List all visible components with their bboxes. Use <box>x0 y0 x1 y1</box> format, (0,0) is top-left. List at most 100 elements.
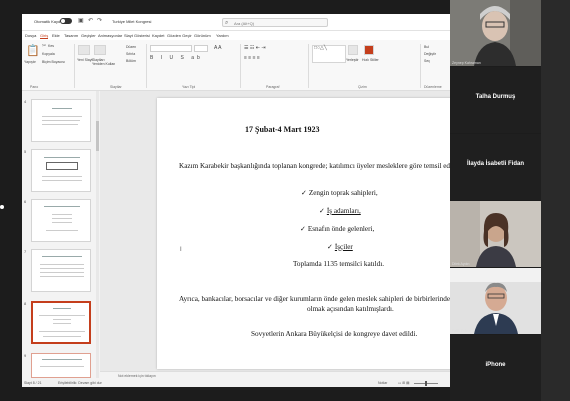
paste-icon[interactable]: 📋 <box>26 44 40 57</box>
slide-counter: Slayt 8 / 21 <box>24 381 42 385</box>
redo-icon[interactable]: ↷ <box>97 17 102 24</box>
thumbnail-number: 9 <box>24 353 27 358</box>
bullet-item[interactable]: ✓ İşçiler <box>327 242 353 251</box>
layout-label[interactable]: Düzen <box>126 45 136 49</box>
participant-tile-video[interactable]: Zeynep Kahraman <box>450 0 541 66</box>
tab-slideshow[interactable]: Slayt Gösterisi <box>124 33 150 38</box>
participant-name: Zeynep Kahraman <box>452 61 481 65</box>
notes-pane[interactable]: Not eklemek için tıklayın <box>100 371 450 380</box>
replace-button[interactable]: Değiştir <box>424 52 436 56</box>
cut-label[interactable]: Kes <box>48 44 54 48</box>
slide-thumbnail[interactable] <box>31 249 91 292</box>
paste-label[interactable]: Yapıştır <box>24 60 36 64</box>
quick-styles-button[interactable] <box>364 45 374 55</box>
new-slide-button[interactable] <box>78 45 90 55</box>
accessibility-status[interactable]: Erişilebilirlik: Devam gibi dur <box>58 381 102 385</box>
reset-label[interactable]: Sıfırla <box>126 52 135 56</box>
autosave-toggle[interactable] <box>60 18 72 24</box>
participant-tile-name[interactable]: Talha Durmuş <box>450 67 541 133</box>
participant-name: iPhone <box>485 362 506 368</box>
quick-styles-label[interactable]: Hızlı Stiller <box>362 58 379 62</box>
find-button[interactable]: Bul <box>424 45 429 49</box>
arrange-label[interactable]: Yerleştir <box>346 58 359 62</box>
tab-transitions[interactable]: Geçişler <box>81 33 96 38</box>
cut-icon[interactable]: ✂ <box>42 43 46 49</box>
grow-font-icon[interactable]: A A <box>214 45 222 51</box>
group-drawing-label: Çizim <box>358 85 367 89</box>
participant-tile-name[interactable]: iPhone <box>450 335 541 401</box>
undo-icon[interactable]: ↶ <box>88 17 93 24</box>
bullet-item[interactable]: ✓ Esnafın önde gelenleri, <box>300 224 374 233</box>
font-name-field[interactable] <box>150 45 192 52</box>
view-buttons[interactable]: ▭ ⊞ ▤ <box>398 381 410 385</box>
reuse-slides-label[interactable]: Slaytları Yeniden Kullan <box>92 58 118 66</box>
zoom-slider-knob[interactable] <box>425 381 427 386</box>
tab-review[interactable]: Gözden Geçir <box>167 33 192 38</box>
slide-editor: 17 Şubat-4 Mart 1923 Kazım Karabekir baş… <box>100 91 450 378</box>
group-slides-label: Slaytlar <box>110 85 122 89</box>
align-buttons[interactable]: ≡ ≡ ≡ ≡ <box>244 55 260 61</box>
bullet-item[interactable]: ✓ Zengin toprak sahipleri, <box>301 188 378 197</box>
thumbnail-number: 4 <box>24 99 27 104</box>
section-label[interactable]: Bölüm <box>126 59 136 63</box>
format-painter-label[interactable]: Biçim Boyacısı <box>42 60 65 64</box>
search-box[interactable]: ⌕ Ara (Alt+Q) <box>222 18 328 27</box>
tab-file[interactable]: Dosya <box>25 33 36 38</box>
slide-paragraph[interactable]: Ayrıca, bankacılar, borsacılar ve diğer … <box>179 295 450 303</box>
slide-thumbnail[interactable] <box>31 199 91 242</box>
slide-thumbnail-selected[interactable] <box>31 301 91 344</box>
search-icon: ⌕ <box>225 20 229 26</box>
participant-tile-video[interactable]: Fatih Erdem <box>450 268 541 334</box>
slide-intro-text[interactable]: Kazım Karabekir başkanlığında toplanan k… <box>179 162 450 170</box>
list-buttons[interactable]: ☰ ☷ ⇤ ⇥ <box>244 45 266 51</box>
participant-name: İlayda İsabetli Fidan <box>466 161 525 167</box>
current-slide[interactable]: 17 Şubat-4 Mart 1923 Kazım Karabekir baş… <box>157 98 450 369</box>
status-bar: Slayt 8 / 21 Erişilebilirlik: Devam gibi… <box>22 380 450 387</box>
group-paragraph-label: Paragraf <box>266 85 280 89</box>
slide-title[interactable]: 17 Şubat-4 Mart 1923 <box>245 125 319 134</box>
tab-help[interactable]: Yardım <box>216 33 229 38</box>
side-panel-margin <box>541 0 570 401</box>
scrollbar-thumb[interactable] <box>96 121 99 151</box>
ribbon: 📋 Yapıştır ✂ Kes Kopyala Biçim Boyacısı … <box>22 40 450 91</box>
tab-home[interactable]: Giriş <box>40 33 49 39</box>
slide-thumbnail[interactable] <box>31 99 91 142</box>
notes-placeholder: Not eklemek için tıklayın <box>118 374 156 378</box>
tab-record[interactable]: Kaydet <box>152 33 164 38</box>
participant-tile-name[interactable]: İlayda İsabetli Fidan <box>450 134 541 200</box>
reuse-slides-button[interactable] <box>94 45 106 55</box>
document-title: Turkiye Milet Kongresi <box>112 19 152 24</box>
slide-paragraph[interactable]: Sovyetlerin Ankara Büyükelçisi de kongre… <box>251 330 417 338</box>
participant-name: Dilek Aydın <box>452 262 470 266</box>
new-slide-label[interactable]: Yeni Slayt <box>77 58 92 62</box>
tab-design[interactable]: Tasarım <box>64 33 78 38</box>
participant-video <box>450 0 541 66</box>
arrange-button[interactable] <box>348 45 358 55</box>
participant-name: Fatih Erdem <box>452 329 472 333</box>
participant-name: Talha Durmuş <box>475 94 516 100</box>
bullet-text: İşçiler <box>334 243 353 251</box>
group-font-label: Yazı Tipi <box>182 85 196 89</box>
bullet-text: Esnafın önde gelenleri, <box>307 225 375 233</box>
ribbon-separator <box>420 44 421 88</box>
save-icon[interactable]: ▣ <box>78 17 84 24</box>
ribbon-tabs: Dosya Giriş Ekle Tasarım Geçişler Animas… <box>22 31 450 40</box>
participant-tile-video[interactable]: Dilek Aydın <box>450 201 541 267</box>
tab-animations[interactable]: Animasyonlar <box>98 33 122 38</box>
participant-video <box>450 201 541 267</box>
font-style-buttons[interactable]: B I U S ab <box>150 55 203 61</box>
slide-thumbnail[interactable] <box>31 353 91 378</box>
slide-paragraph[interactable]: olmak açısından katılmışlardı. <box>307 305 394 313</box>
bullet-item[interactable]: ✓ İş adamları, <box>319 206 361 215</box>
tab-view[interactable]: Görünüm <box>194 33 211 38</box>
slide-thumbnail[interactable] <box>31 149 91 192</box>
ribbon-separator <box>308 44 309 88</box>
font-size-field[interactable] <box>194 45 208 52</box>
select-button[interactable]: Seç <box>424 59 430 63</box>
thumbnail-scrollbar[interactable] <box>96 91 99 378</box>
thumbnail-number: 7 <box>24 249 27 254</box>
notes-toggle[interactable]: Notlar <box>378 381 387 385</box>
tab-insert[interactable]: Ekle <box>52 33 60 38</box>
slide-total-text[interactable]: Toplamda 1135 temsilci katıldı. <box>293 260 384 268</box>
copy-label[interactable]: Kopyala <box>42 52 55 56</box>
